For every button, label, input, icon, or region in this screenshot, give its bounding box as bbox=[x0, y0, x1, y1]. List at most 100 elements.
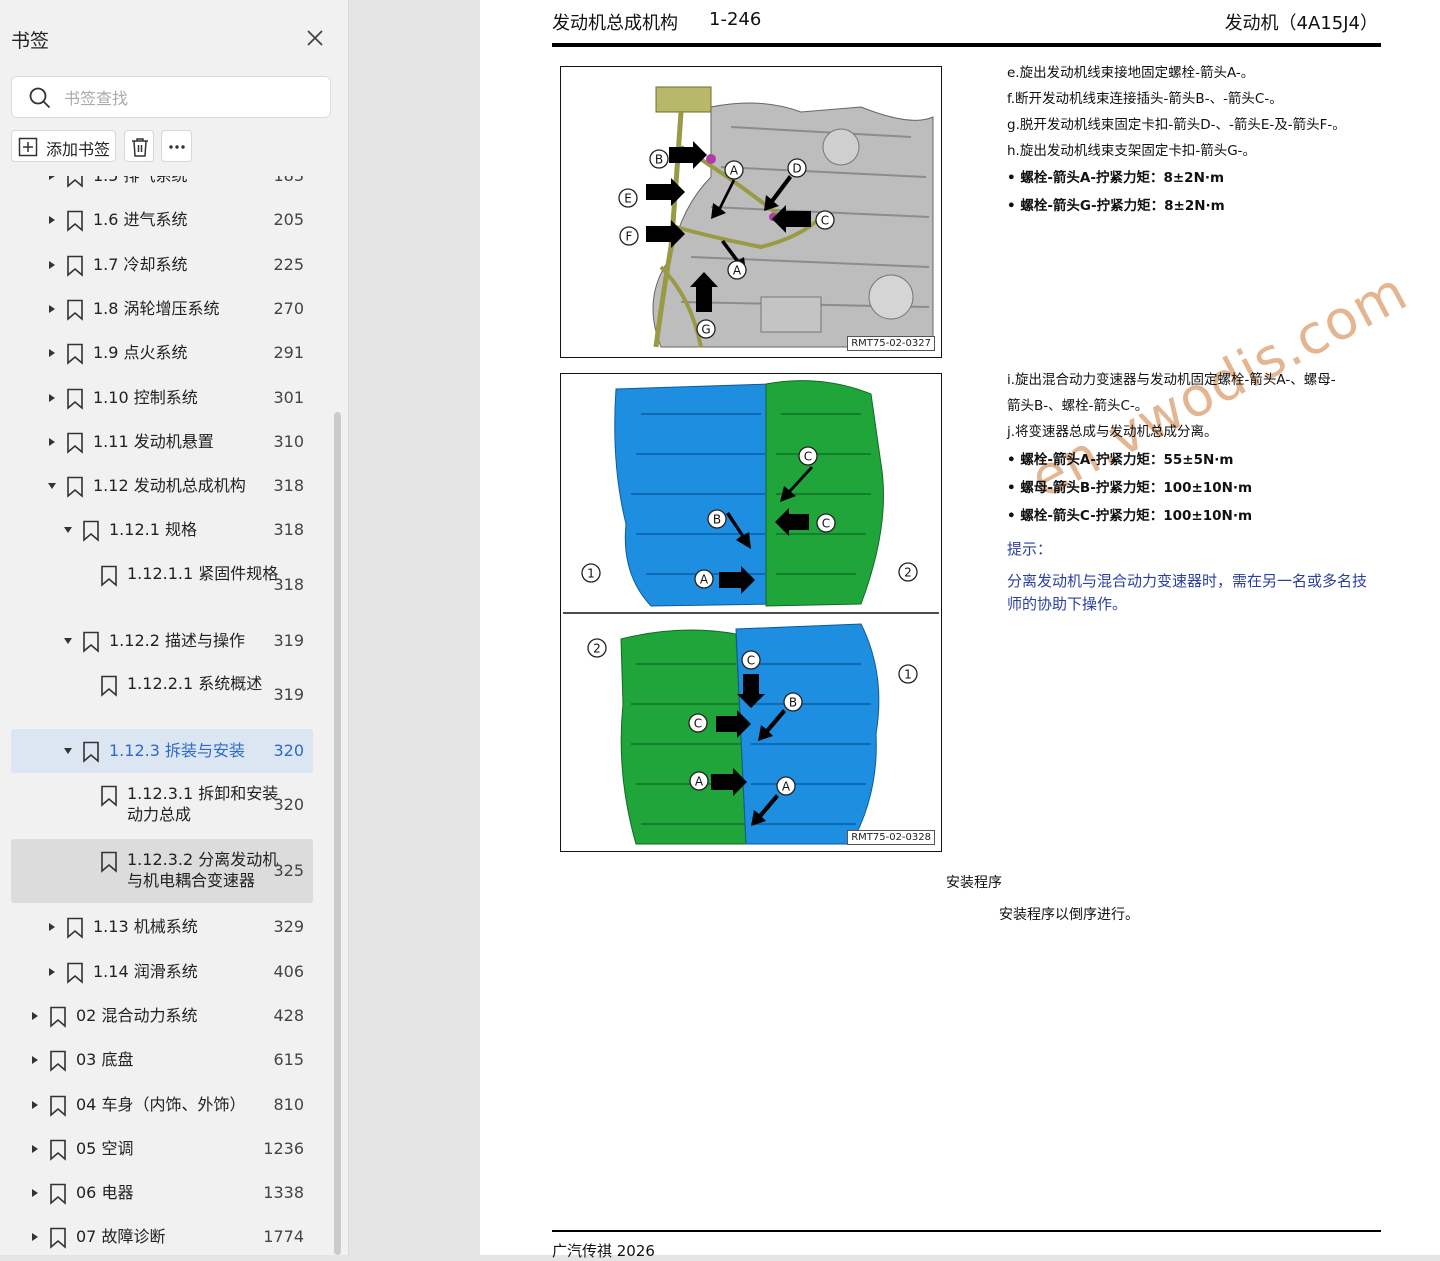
bookmark-label: 1.12.3 拆装与安装 bbox=[109, 741, 245, 760]
bookmark-icon bbox=[101, 851, 117, 874]
bookmark-page: 1774 bbox=[263, 1227, 304, 1247]
bookmark-icon bbox=[67, 962, 83, 984]
callout-label: C bbox=[798, 446, 818, 466]
bookmark-item[interactable]: 1.7 冷却系统 225 bbox=[11, 243, 313, 287]
search-input[interactable] bbox=[62, 85, 316, 111]
callout-label: G bbox=[696, 319, 716, 339]
collapse-arrow-icon[interactable] bbox=[47, 481, 57, 491]
callout-label: A bbox=[724, 160, 744, 180]
svg-text:B: B bbox=[713, 513, 721, 527]
bookmark-page: 1338 bbox=[263, 1183, 304, 1203]
bookmark-item[interactable]: 06 电器 1338 bbox=[11, 1171, 313, 1215]
bookmark-page: 325 bbox=[273, 861, 304, 881]
collapse-arrow-icon[interactable] bbox=[63, 636, 73, 646]
bookmark-label: 02 混合动力系统 bbox=[76, 1005, 198, 1025]
callout-label: A bbox=[689, 771, 709, 791]
bookmark-item[interactable]: 1.12.1 规格 318 bbox=[11, 508, 313, 552]
bookmark-label: 1.12.3.1 拆卸和安装动力总成 bbox=[127, 784, 279, 825]
expand-arrow-icon[interactable] bbox=[30, 1232, 40, 1242]
collapse-arrow-icon[interactable] bbox=[63, 746, 73, 756]
expand-arrow-icon[interactable] bbox=[30, 1144, 40, 1154]
more-options-button[interactable] bbox=[161, 130, 192, 162]
svg-text:A: A bbox=[782, 780, 791, 794]
bookmark-item[interactable]: 05 空调 1236 bbox=[11, 1127, 313, 1171]
bookmark-label: 1.14 润滑系统 bbox=[93, 961, 198, 981]
expand-arrow-icon[interactable] bbox=[30, 1188, 40, 1198]
bookmark-item[interactable]: 1.8 涡轮增压系统 270 bbox=[11, 287, 313, 331]
bookmark-icon bbox=[67, 917, 83, 940]
step-text: g.脱开发动机线束固定卡扣-箭头D-、-箭头E-及-箭头F-。 bbox=[1007, 117, 1346, 133]
expand-arrow-icon[interactable] bbox=[47, 967, 57, 977]
expand-arrow-icon[interactable] bbox=[30, 1055, 40, 1065]
callout-label: B bbox=[649, 149, 669, 169]
callout-label: A bbox=[776, 776, 796, 796]
add-bookmark-button[interactable]: 添加书签 bbox=[11, 130, 116, 162]
bookmark-search[interactable] bbox=[11, 76, 331, 118]
bookmark-label: 1.6 进气系统 bbox=[93, 210, 188, 230]
bookmark-label: 1.12.3.2 分离发动机与机电耦合变速器 bbox=[127, 850, 279, 891]
bookmark-item[interactable]: 1.13 机械系统 329 bbox=[11, 905, 313, 949]
bookmark-page: 810 bbox=[273, 1094, 304, 1114]
bookmark-item[interactable]: 1.12.3.1 拆卸和安装动力总成 320 bbox=[11, 773, 313, 837]
bookmark-item[interactable]: 1.9 点火系统 291 bbox=[11, 331, 313, 375]
bookmark-item[interactable]: 1.10 控制系统 301 bbox=[11, 376, 313, 420]
bookmark-item[interactable]: 1.11 发动机悬置 310 bbox=[11, 420, 313, 464]
bookmark-page: 318 bbox=[273, 520, 304, 540]
bookmark-item[interactable]: 1.12.3 拆装与安装 320 bbox=[11, 729, 313, 773]
bookmark-icon bbox=[83, 521, 99, 543]
bookmark-page: 205 bbox=[273, 210, 304, 230]
bookmark-icon bbox=[50, 1228, 66, 1250]
bookmark-item[interactable]: 07 故障诊断 1774 bbox=[11, 1215, 313, 1255]
svg-text:C: C bbox=[694, 717, 702, 731]
expand-arrow-icon[interactable] bbox=[47, 304, 57, 314]
expand-arrow-icon[interactable] bbox=[47, 176, 57, 181]
bookmark-item[interactable]: 1.12.1.1 紧固件规格 318 bbox=[11, 553, 313, 617]
delete-bookmark-button[interactable] bbox=[124, 130, 154, 162]
bookmark-label: 07 故障诊断 bbox=[76, 1227, 166, 1247]
expand-arrow-icon[interactable] bbox=[47, 437, 57, 447]
install-title: 安装程序 bbox=[946, 875, 1002, 891]
bookmark-page: 301 bbox=[273, 387, 304, 407]
callout-label: 1 bbox=[898, 664, 918, 684]
expand-arrow-icon[interactable] bbox=[30, 1011, 40, 1021]
bookmark-page: 329 bbox=[273, 917, 304, 937]
bookmark-item[interactable]: 1.12.2.1 系统概述 319 bbox=[11, 663, 313, 727]
collapse-arrow-icon[interactable] bbox=[63, 525, 73, 535]
bookmark-item[interactable]: 1.12.2 描述与操作 319 bbox=[11, 619, 313, 663]
bookmark-page: 319 bbox=[273, 685, 304, 704]
expand-arrow-icon[interactable] bbox=[30, 1100, 40, 1110]
bookmark-icon bbox=[67, 299, 83, 321]
bookmark-label: 03 底盘 bbox=[76, 1050, 134, 1070]
bookmark-item[interactable]: 1.12.3.2 分离发动机与机电耦合变速器 325 bbox=[11, 839, 313, 904]
bookmark-page: 319 bbox=[273, 630, 304, 650]
sidebar-scrollbar[interactable] bbox=[334, 412, 341, 1255]
tip-title: 提示： bbox=[1007, 540, 1053, 558]
bookmark-page: 320 bbox=[273, 795, 304, 815]
close-icon[interactable] bbox=[304, 27, 326, 49]
step-text: 箭头B-、螺栓-箭头C-。 bbox=[1007, 398, 1149, 414]
bookmark-item[interactable]: 02 混合动力系统 428 bbox=[11, 994, 313, 1038]
torque-spec: • 螺栓-箭头A-拧紧力矩：55±5N·m bbox=[1007, 452, 1234, 468]
expand-arrow-icon[interactable] bbox=[47, 260, 57, 270]
bookmark-icon bbox=[50, 1183, 66, 1205]
callout-label: C bbox=[688, 713, 708, 733]
expand-arrow-icon[interactable] bbox=[47, 393, 57, 403]
bookmark-page: 428 bbox=[273, 1005, 304, 1025]
expand-arrow-icon[interactable] bbox=[47, 922, 57, 932]
expand-arrow-icon[interactable] bbox=[47, 215, 57, 225]
bookmark-item[interactable]: 04 车身（内饰、外饰） 810 bbox=[11, 1083, 313, 1127]
bookmark-item[interactable]: 1.6 进气系统 205 bbox=[11, 198, 313, 242]
bookmark-item[interactable]: 1.5 排气系统 183 bbox=[11, 176, 313, 198]
bookmark-page: 310 bbox=[273, 431, 304, 451]
bookmark-item[interactable]: 1.12 发动机总成机构 318 bbox=[11, 464, 313, 508]
bookmark-item[interactable]: 03 底盘 615 bbox=[11, 1038, 313, 1082]
svg-text:A: A bbox=[695, 775, 704, 789]
bookmark-item[interactable]: 1.14 润滑系统 406 bbox=[11, 950, 313, 994]
svg-text:A: A bbox=[733, 264, 742, 278]
expand-arrow-icon[interactable] bbox=[47, 348, 57, 358]
bookmark-icon bbox=[101, 785, 117, 808]
bookmark-label: 1.12.2.1 系统概述 bbox=[127, 674, 263, 693]
bookmark-page: 318 bbox=[273, 476, 304, 496]
step-text: e.旋出发动机线束接地固定螺栓-箭头A-。 bbox=[1007, 65, 1255, 81]
tip-body: 分离发动机与混合动力变速器时，需在另一名或多名技师的协助下操作。 bbox=[1007, 572, 1368, 613]
